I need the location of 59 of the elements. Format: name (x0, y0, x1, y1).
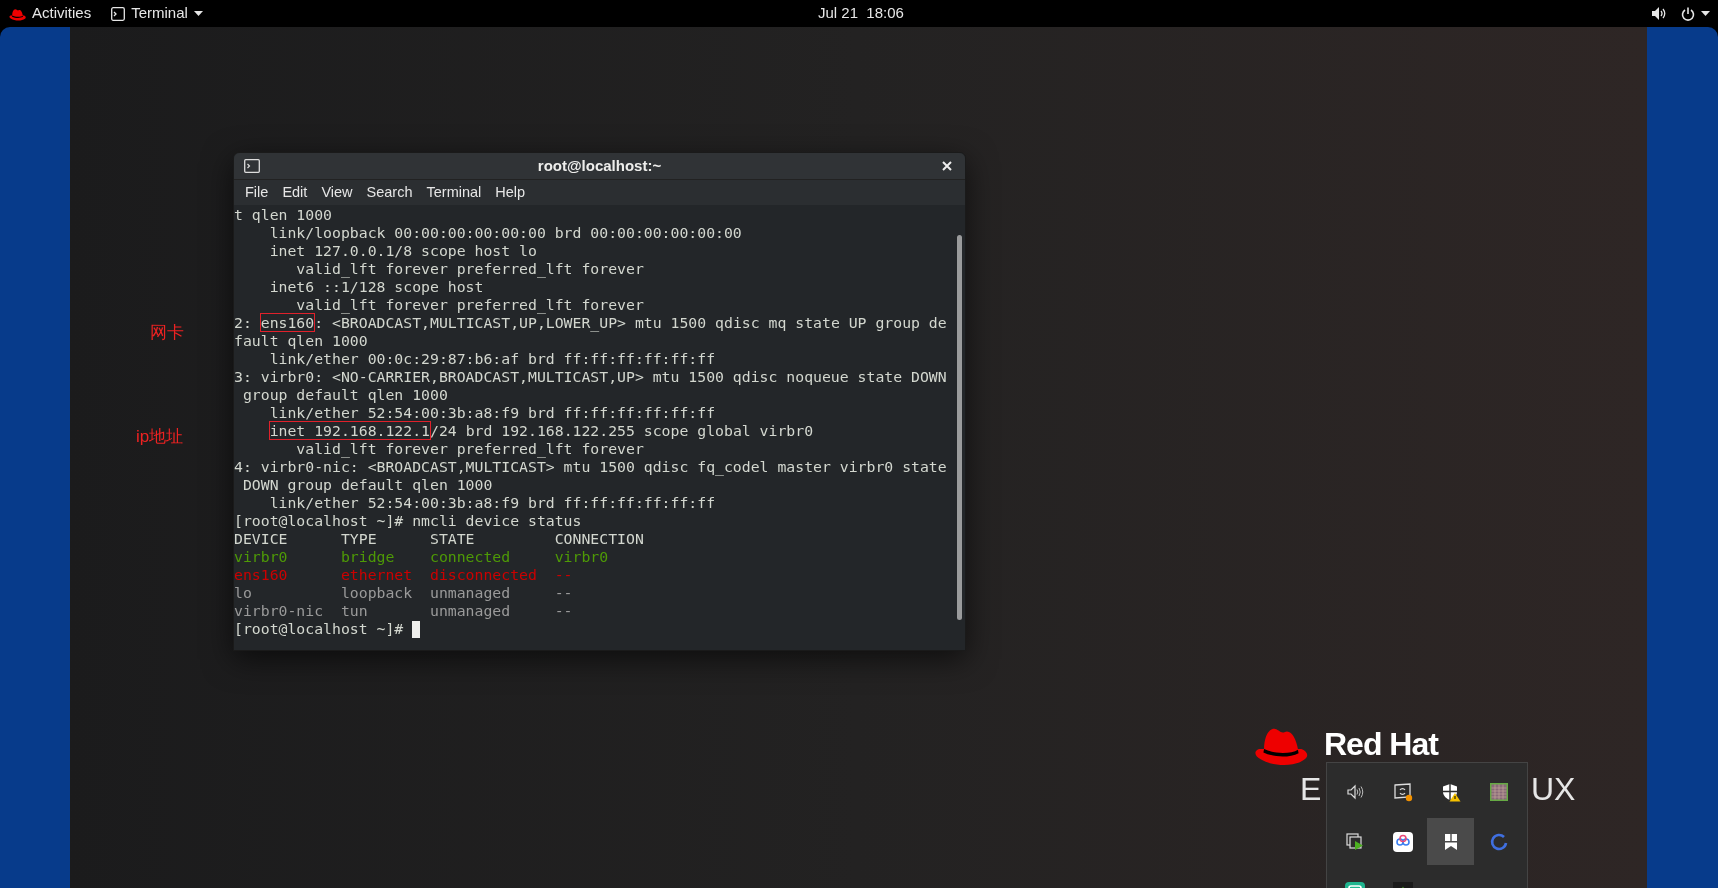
menu-item[interactable]: Help (488, 180, 533, 205)
scrollbar-thumb[interactable] (957, 235, 962, 620)
terminal-text: valid_lft forever preferred_lft forever (295, 440, 644, 457)
screen-sync-icon (1392, 781, 1413, 802)
hat-icon (9, 6, 26, 21)
highlighted-text: inet 192.168.122.1 (269, 422, 430, 439)
terminal-text: : <BROADCAST,MULTICAST,UP,LOWER_UP> mtu 1500 qdisc mq state UP group de (314, 314, 947, 331)
terminal-text: [root@localhost ~]# nmcli device status (234, 512, 582, 529)
annotation-label: ip地址 (136, 426, 184, 448)
terminal-text: 2: (234, 314, 253, 331)
terminal-text: DOWN group default qlen 1000 (241, 476, 493, 493)
menu-item[interactable]: Terminal (419, 180, 489, 205)
power-icon (1681, 6, 1695, 21)
terminal-text: link/ether 00:0c:29:87:b6:af brd ff:ff:ff:ff:ff:ff (268, 350, 716, 367)
cloud-app-icon (1392, 831, 1413, 852)
terminal-prompt: [root@localhost ~]# (234, 620, 405, 638)
color-grid-icon (1488, 781, 1509, 802)
terminal-text: 4: virbr0-nic: <BROADCAST,MULTICAST> mtu 1500 qdisc fq_codel master virbr0 state (234, 458, 947, 475)
menu-item[interactable]: View (314, 180, 360, 205)
ring-icon (1488, 831, 1509, 852)
clock[interactable]: Jul 21 18:06 (818, 0, 904, 27)
highlighted-text: ens160 (260, 314, 315, 331)
terminal-text: t qlen 1000 (234, 206, 332, 223)
terminal-text: fault qlen 1000 (234, 332, 368, 349)
terminal-text: valid_lft forever preferred_lft forever (295, 260, 644, 277)
terminal-text: link/ether 52:54:00:3b:a8:f9 brd ff:ff:ff:ff:ff:ff (268, 494, 716, 511)
logo-text: UX (1531, 770, 1576, 809)
terminal-text: lo loopback unmanaged -- (234, 584, 573, 601)
terminal-icon (111, 6, 126, 21)
terminal-text: link/loopback 00:00:00:00:00:00 brd 00:00:00:00:00:00 (268, 224, 742, 241)
caret-icon (193, 11, 203, 16)
close-icon (942, 161, 952, 172)
shield-warning-icon (1440, 781, 1461, 802)
terminal-text: inet 127.0.0.1/8 scope host lo (268, 242, 537, 259)
volume-icon (1652, 7, 1667, 20)
terminal-text: valid_lft forever preferred_lft forever (295, 296, 644, 313)
screen-play-icon (1344, 831, 1365, 852)
logo-text: Red Hat (1324, 725, 1438, 764)
terminal-text: virbr0 bridge connected virbr0 (234, 548, 609, 565)
activities-button[interactable]: Activities (0, 0, 102, 27)
logo-text: E (1300, 770, 1322, 809)
terminal-text: inet6 ::1/128 scope host (268, 278, 484, 295)
app-menu-button[interactable]: Terminal (101, 0, 213, 27)
caret-icon (1701, 11, 1710, 16)
terminal-icon (244, 159, 260, 174)
menu-item[interactable]: Edit (275, 180, 315, 205)
cursor (412, 620, 421, 638)
terminal-text: group default qlen 1000 (241, 386, 448, 403)
tray-item[interactable] (1427, 818, 1474, 865)
terminal-text: /24 brd 192.168.122.255 scope global virbr0 (430, 422, 814, 439)
terminal-text: link/ether 52:54:00:3b:a8:f9 brd ff:ff:ff:ff:ff:ff (268, 404, 716, 421)
annotation-label: 网卡 (150, 322, 184, 344)
terminal-text: DEVICE TYPE STATE CONNECTION (234, 530, 644, 547)
menu-item[interactable]: Search (359, 180, 420, 205)
terminal-text: ens160 ethernet disconnected -- (234, 566, 573, 583)
terminal-text: 3: virbr0: <NO-CARRIER,BROADCAST,MULTICAST,UP> mtu 1500 qdisc noqueue state DOWN (234, 368, 947, 385)
terminal-text: virbr0-nic tun unmanaged -- (234, 602, 573, 619)
window-title: root@localhost:~ (536, 155, 663, 176)
menu-item[interactable]: File (238, 180, 276, 205)
